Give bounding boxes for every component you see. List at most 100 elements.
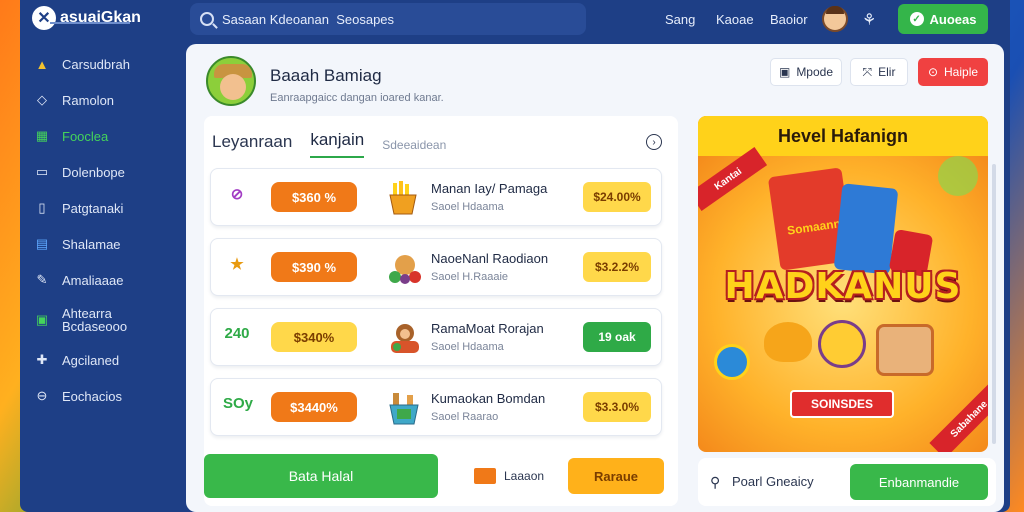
basket-icon: [387, 391, 419, 425]
secondary-action-bar: Laaaon Raraue: [450, 448, 678, 506]
avatar-face: [220, 74, 246, 100]
profile-avatar[interactable]: [206, 56, 256, 106]
list-item[interactable]: 240 $340% RamaMoat Rorajan Saoel Hdaama …: [210, 308, 662, 366]
food-image: [876, 324, 934, 376]
search-icon: [200, 12, 214, 26]
item-badge: $3.3.0%: [583, 392, 651, 422]
secondary-action-button[interactable]: Raraue: [568, 458, 664, 494]
top-bar: ✕ asuaiGkan Sang Kaoae Baoior ⚘ ✓ Auoeas: [20, 0, 1010, 40]
app-name: asuaiGkan: [60, 9, 141, 26]
decor-bubble: [938, 156, 978, 196]
help-button[interactable]: ⊙ Haiple: [918, 58, 988, 86]
top-cta-button[interactable]: ✓ Auoeas: [898, 4, 988, 34]
hat-icon: ▲: [35, 56, 49, 72]
sidebar-item-10[interactable]: ⊖ Eochacios: [20, 378, 180, 414]
nav-link-2[interactable]: Kaoae: [716, 12, 754, 27]
promo-banner[interactable]: Hevel Hafanign Kantai Somaann HADKANUS S…: [698, 116, 988, 452]
item-title: Manan Iay/ Pamaga: [431, 181, 548, 196]
footer-action-button[interactable]: Enbanmandie: [850, 464, 988, 500]
help-button-label: Haiple: [944, 65, 979, 79]
doc-icon: ▯: [38, 200, 46, 215]
search-input[interactable]: [222, 11, 522, 27]
promo-ribbon-left: Kantai: [698, 147, 768, 211]
item-subtitle: Saoel H.Raaaie: [431, 271, 509, 283]
card-icon: ▭: [35, 164, 49, 179]
sidebar: ▲ Carsudbrah ◇ Ramolon ▦ Fooclea ▭ Dolen…: [20, 46, 180, 414]
nav-link-1[interactable]: Sang: [665, 12, 695, 27]
edit-button[interactable]: ⤧ Elir: [850, 58, 908, 86]
item-rank: 240: [224, 325, 250, 342]
sidebar-item-8[interactable]: ▣ Ahtearra Bcdaseooo: [20, 298, 180, 342]
user-avatar[interactable]: [822, 6, 848, 32]
item-subtitle: Saoel Hdaama: [431, 201, 504, 213]
food-image: [764, 322, 812, 362]
secondary-label: Laaaon: [504, 469, 545, 483]
sidebar-item-label: Carsudbrah: [62, 56, 130, 72]
search-bar[interactable]: [190, 3, 586, 35]
edit-button-label: Elir: [878, 65, 896, 79]
mode-button[interactable]: ▣ Mpode: [770, 58, 842, 86]
sidebar-item-5[interactable]: ▯ Patgtanaki: [20, 190, 180, 226]
shield-icon: ✓: [909, 12, 924, 26]
tab-bar: Leyanraan kanjain Sdeeaidean: [212, 130, 446, 158]
monkey-icon: [387, 321, 419, 355]
app-window: ✕ asuaiGkan Sang Kaoae Baoior ⚘ ✓ Auoeas…: [20, 0, 1010, 512]
play-icon: ▣: [778, 65, 791, 79]
sidebar-item-3[interactable]: ▦ Fooclea: [20, 118, 180, 154]
sidebar-item-label: Patgtanaki: [62, 200, 124, 216]
sidebar-item-9[interactable]: ✚ Agcilaned: [20, 342, 180, 378]
image-icon: ▣: [35, 312, 49, 327]
item-rank: SOy: [223, 395, 254, 412]
logo-underline: [50, 22, 130, 24]
sidebar-item-label: Dolenbope: [62, 164, 125, 180]
profile-subtitle: Eanraapgaicc dangan ioared kanar.: [270, 92, 444, 104]
grid-icon: ▤: [35, 236, 49, 251]
sidebar-item-label: Fooclea: [62, 128, 109, 144]
item-badge: 19 oak: [583, 322, 651, 352]
price-pill: $360 %: [271, 182, 357, 212]
info-icon[interactable]: ›: [646, 134, 662, 150]
chart-icon: ▦: [35, 128, 49, 143]
tools-icon[interactable]: ⚘: [862, 10, 876, 30]
tab-1[interactable]: Leyanraan: [212, 132, 292, 158]
tab-3[interactable]: Sdeeaidean: [382, 138, 446, 158]
list-item[interactable]: SOy $3440% Kumaokan Bomdan Saoel Raarao …: [210, 378, 662, 436]
sidebar-item-7[interactable]: ✎ Amaliaaae: [20, 262, 180, 298]
item-subtitle: Saoel Hdaama: [431, 341, 504, 353]
sidebar-item-4[interactable]: ▭ Dolenbope: [20, 154, 180, 190]
footer-action-bar: ⚲ Poarl Gneaicy Enbanmandie: [698, 458, 996, 506]
promo-brand: HADKANUS: [724, 266, 962, 307]
creature-icon: [387, 251, 421, 285]
sidebar-item-2[interactable]: ◇ Ramolon: [20, 82, 180, 118]
mode-button-label: Mpode: [796, 65, 834, 79]
logo-icon: ✕: [32, 6, 56, 30]
app-logo[interactable]: ✕ asuaiGkan: [32, 6, 141, 30]
item-badge: $3.2.2%: [583, 252, 651, 282]
item-subtitle: Saoel Raarao: [431, 411, 499, 423]
sidebar-item-label: Eochacios: [62, 388, 122, 404]
promo-title: Hevel Hafanign: [698, 116, 988, 156]
list-item[interactable]: ★ $390 % NaoeNanl Raodiaon Saoel H.Raaai…: [210, 238, 662, 296]
profile-header: Baaah Bamiag Eanraapgaicc dangan ioared …: [206, 56, 444, 106]
food-image: [714, 344, 750, 380]
main-panel: Baaah Bamiag Eanraapgaicc dangan ioared …: [186, 44, 1004, 512]
item-title: Kumaokan Bomdan: [431, 391, 546, 406]
flag-icon: ◇: [37, 92, 47, 107]
puzzle-icon: ✚: [36, 352, 48, 367]
star-icon: ★: [230, 256, 244, 273]
food-image: [818, 320, 866, 368]
nav-link-3[interactable]: Baoior: [770, 12, 808, 27]
sidebar-item-label: Ahtearra Bcdaseooo: [62, 306, 128, 334]
sidebar-item-label: Ramolon: [62, 92, 115, 108]
link-icon: ⚲: [710, 474, 721, 490]
list-item[interactable]: ⊘ $360 % Manan Iay/ Pamaga Saoel Hdaama …: [210, 168, 662, 226]
scrollbar[interactable]: [992, 164, 996, 444]
tab-2[interactable]: kanjain: [310, 130, 365, 158]
primary-action-button[interactable]: Bata Halal: [204, 454, 438, 498]
price-pill: $390 %: [271, 252, 357, 282]
promo-button[interactable]: SOINSDES: [790, 390, 894, 418]
sidebar-item-6[interactable]: ▤ Shalamae: [20, 226, 180, 262]
color-swatch: [474, 468, 496, 484]
sidebar-item-1[interactable]: ▲ Carsudbrah: [20, 46, 180, 82]
snack-pack-image: [833, 183, 899, 275]
